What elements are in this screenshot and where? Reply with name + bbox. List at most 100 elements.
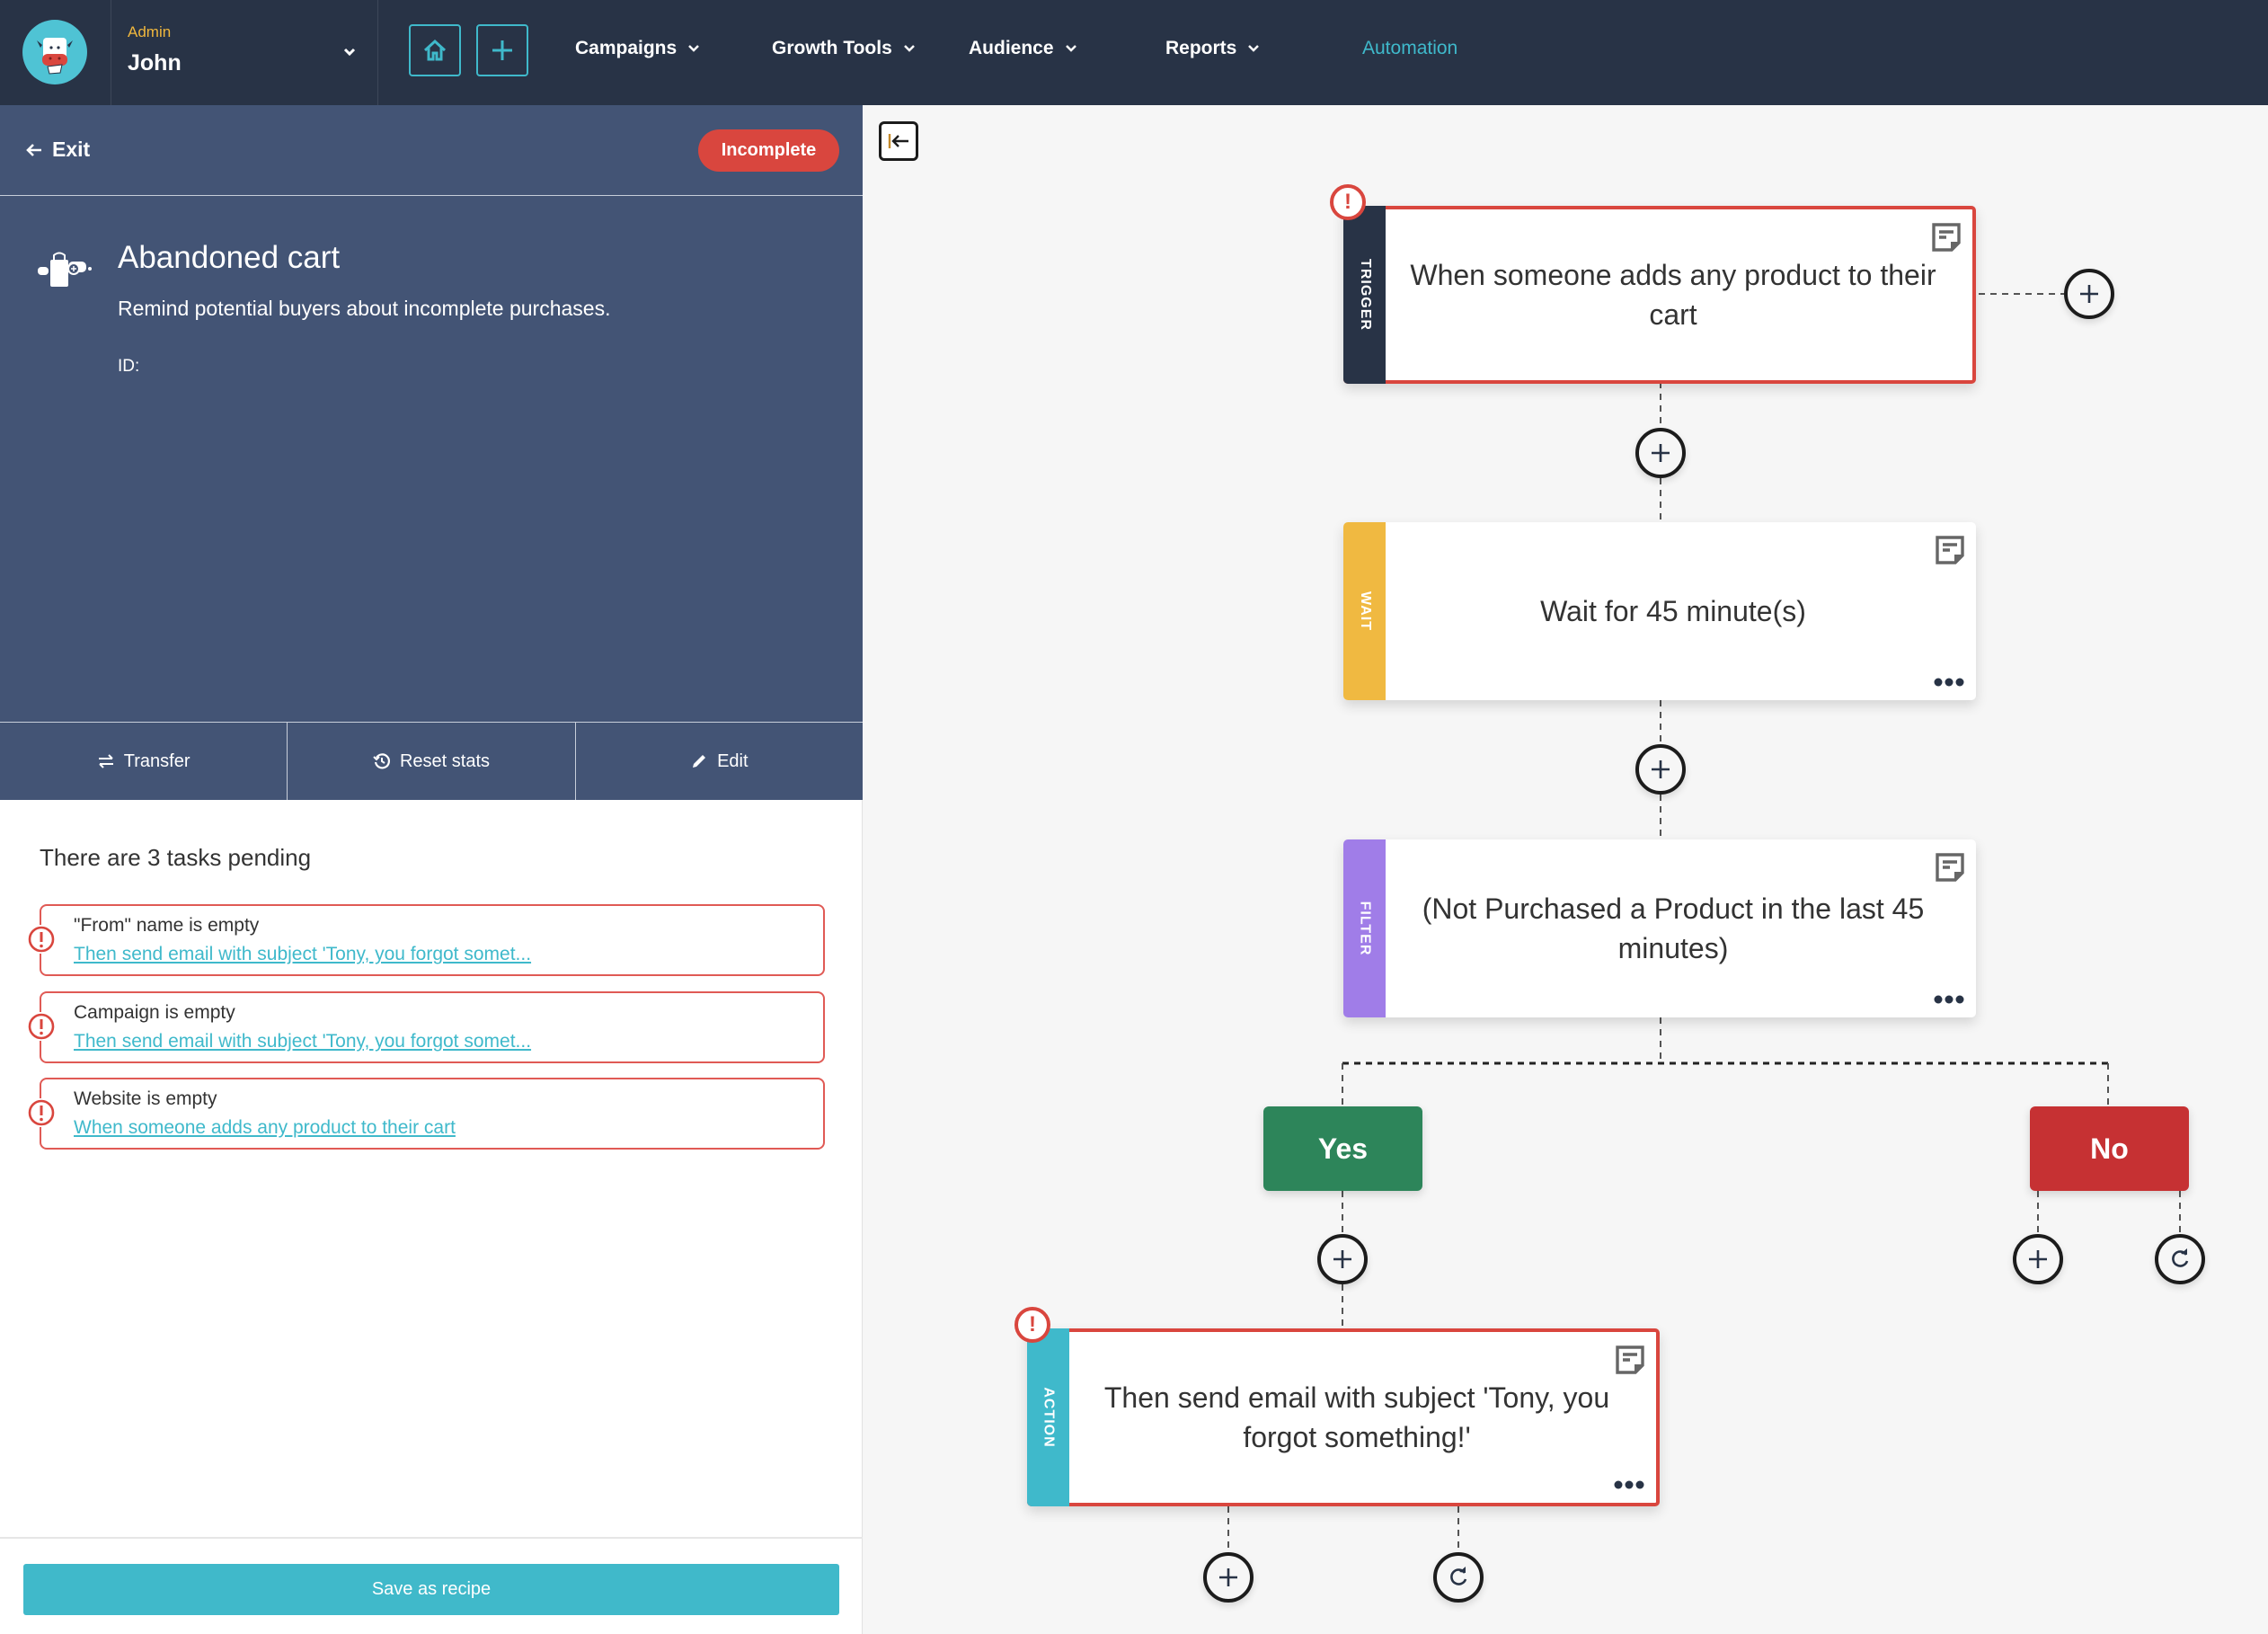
node-type-label: ACTION [1041,1387,1057,1448]
plus-icon [2080,285,2098,303]
recipe-description: Remind potential buyers about incomplete… [118,297,611,320]
add-step-button[interactable] [1635,428,1686,478]
transfer-icon [98,754,113,768]
error-badge[interactable]: ! [1014,1307,1050,1343]
add-step-button[interactable] [1203,1552,1254,1603]
footer-divider [0,1537,863,1539]
app-logo[interactable] [22,20,87,84]
transfer-button[interactable]: Transfer [0,723,288,800]
plus-icon [1652,444,1670,462]
task-item: Website is empty When someone adds any p… [27,1078,825,1150]
nav-item-label: Campaigns [575,38,678,58]
add-step-button[interactable] [1635,744,1686,795]
add-step-button[interactable] [1317,1234,1368,1284]
node-type-label: WAIT [1357,591,1373,631]
more-options-icon[interactable] [1933,677,1965,688]
history-icon [373,753,390,769]
filter-node[interactable]: FILTER (Not Purchased a Product in the l… [1343,839,1976,1017]
more-options-icon[interactable] [1613,1479,1645,1490]
task-link[interactable]: When someone adds any product to their c… [74,1117,456,1139]
error-icon [27,1012,56,1041]
error-badge[interactable]: ! [1330,184,1366,220]
nav-item-reports[interactable]: Reports [1165,38,1260,59]
nav-item-label: Automation [1362,38,1458,58]
nav-item-growth-tools[interactable]: Growth Tools [772,38,916,59]
wait-node[interactable]: WAIT Wait for 45 minute(s) [1343,522,1976,700]
recipe-title: Abandoned cart [118,240,341,275]
node-type-strip: WAIT [1343,522,1386,700]
trigger-node[interactable]: TRIGGER When someone adds any product to… [1343,206,1976,384]
nav-item-label: Growth Tools [772,38,892,58]
node-type-strip: FILTER [1343,839,1386,1017]
task-label: Website is empty [74,1088,217,1109]
nav-item-campaigns[interactable]: Campaigns [575,38,700,59]
task-link[interactable]: Then send email with subject 'Tony, you … [74,944,531,965]
home-icon [423,39,447,61]
note-icon[interactable] [1933,533,1967,567]
node-text: Then send email with subject 'Tony, you … [1103,1381,1610,1453]
save-as-recipe-button[interactable]: Save as recipe [23,1564,839,1615]
note-icon[interactable] [1613,1343,1647,1377]
redo-icon [1450,1567,1467,1585]
plus-icon [1219,1568,1237,1586]
nav-item-label: Audience [969,38,1054,58]
recipe-sidebar: Exit Incomplete Abandoned cart Remind po… [0,105,863,1634]
redo-icon [2172,1248,2189,1267]
status-badge: Incomplete [698,129,839,172]
nav-item-audience[interactable]: Audience [969,38,1077,59]
plus-icon [2029,1250,2047,1268]
error-icon [27,1098,56,1127]
edit-label: Edit [717,750,749,771]
plus-icon [492,40,512,60]
chevron-down-icon [1065,45,1076,52]
abandoned-cart-icon [38,252,92,287]
recipe-info-panel: Exit Incomplete Abandoned cart Remind po… [0,105,863,722]
no-branch[interactable]: No [2030,1106,2189,1191]
task-item: "From" name is empty Then send email wit… [27,904,825,976]
exit-label: Exit [52,138,91,161]
edit-button[interactable]: Edit [576,723,863,800]
tasks-pending-title: There are 3 tasks pending [40,844,312,871]
node-text: (Not Purchased a Product in the last 45 … [1422,892,1925,964]
nav-item-automation[interactable]: Automation [1362,38,1457,59]
automation-canvas[interactable]: TRIGGER When someone adds any product to… [864,105,2268,1634]
task-item: Campaign is empty Then send email with s… [27,991,825,1063]
note-icon[interactable] [1929,220,1963,254]
home-button[interactable] [409,24,461,76]
recipe-id: ID: [118,357,140,376]
chevron-down-icon [903,45,915,52]
node-type-strip: ACTION [1027,1328,1069,1506]
add-step-button[interactable] [2013,1234,2063,1284]
exit-button[interactable]: Exit [25,138,90,162]
action-node[interactable]: ACTION Then send email with subject 'Ton… [1027,1328,1660,1506]
task-label: "From" name is empty [74,915,260,936]
pencil-icon [693,755,706,768]
reset-stats-button[interactable]: Reset stats [288,723,576,800]
transfer-label: Transfer [123,750,190,771]
user-name: John [128,50,182,75]
yes-branch[interactable]: Yes [1263,1106,1422,1191]
loop-back-button[interactable] [2155,1234,2205,1284]
node-type-label: TRIGGER [1357,259,1373,331]
chevron-down-icon [688,45,700,52]
task-link[interactable]: Then send email with subject 'Tony, you … [74,1031,531,1052]
reset-stats-label: Reset stats [399,750,491,771]
cow-logo-icon [37,38,73,75]
chevron-down-icon[interactable] [341,43,359,61]
recipe-panel-header: Exit Incomplete [0,105,863,196]
plus-icon [1333,1250,1351,1268]
add-step-button[interactable] [2064,269,2114,319]
loop-back-button[interactable] [1433,1552,1484,1603]
plus-icon [1652,760,1670,778]
nav-divider [377,0,378,105]
node-text: When someone adds any product to their c… [1410,259,1936,331]
node-type-label: FILTER [1357,901,1373,956]
arrow-left-icon [26,143,41,156]
chevron-down-icon [1248,45,1260,52]
more-options-icon[interactable] [1933,994,1965,1005]
top-navigation: Admin John Campaigns Growth Tools Audien… [0,0,2268,105]
error-icon [27,925,56,954]
create-button[interactable] [476,24,528,76]
note-icon[interactable] [1933,850,1967,884]
node-text: Wait for 45 minute(s) [1540,595,1806,627]
